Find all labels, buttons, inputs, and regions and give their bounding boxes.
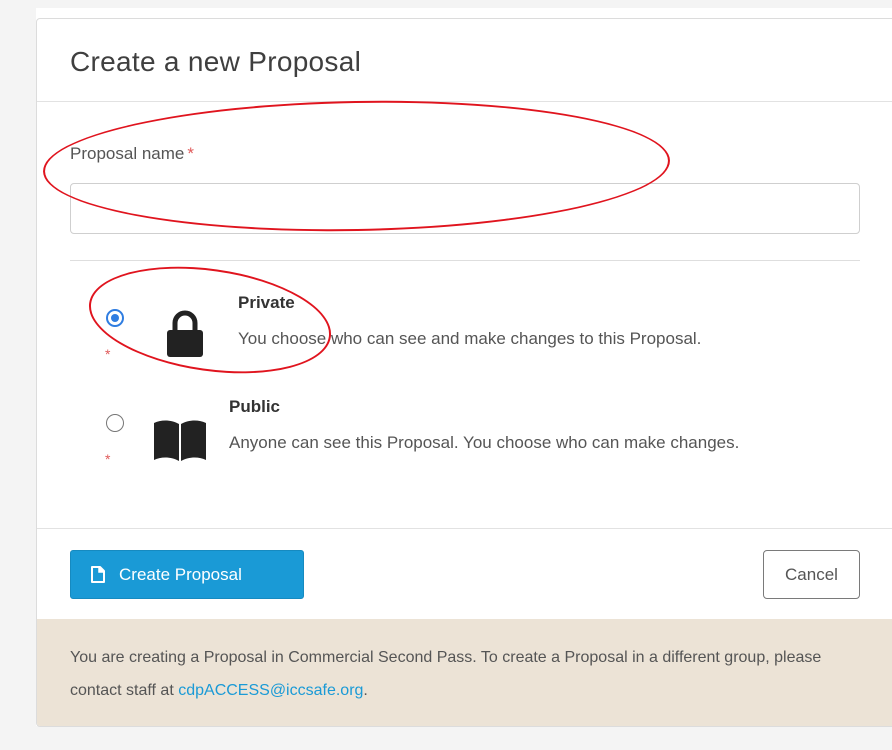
public-radio[interactable] [106,414,124,432]
public-required-marker: * [105,451,111,467]
proposal-name-label: Proposal name * [70,144,194,164]
page-background-left [0,0,36,750]
lock-icon [165,309,205,362]
info-text-end: . [363,682,368,699]
page-background-top [0,0,892,8]
required-marker: * [187,144,194,163]
private-required-marker: * [105,346,111,362]
private-title: Private [238,293,295,312]
public-description: Anyone can see this Proposal. You choose… [229,433,740,452]
create-proposal-modal: Create a new Proposal Proposal name * * P… [36,18,892,727]
proposal-name-input[interactable] [70,183,860,234]
group-info-notice: You are creating a Proposal in Commercia… [37,619,892,726]
document-icon [91,566,105,583]
modal-title: Create a new Proposal [70,46,362,77]
private-radio[interactable] [106,309,124,327]
contact-email-link[interactable]: cdpACCESS@iccsafe.org [178,682,363,699]
book-icon [152,419,208,466]
cancel-button[interactable]: Cancel [763,550,860,599]
public-title: Public [229,397,281,416]
private-description: You choose who can see and make changes … [238,329,702,348]
section-divider [70,260,860,261]
page-background-bottom [0,726,892,750]
modal-header: Create a new Proposal [37,19,892,102]
proposal-name-label-text: Proposal name [70,144,185,163]
footer-divider [37,528,892,529]
create-proposal-button[interactable]: Create Proposal [70,550,304,599]
create-proposal-label: Create Proposal [119,564,242,584]
